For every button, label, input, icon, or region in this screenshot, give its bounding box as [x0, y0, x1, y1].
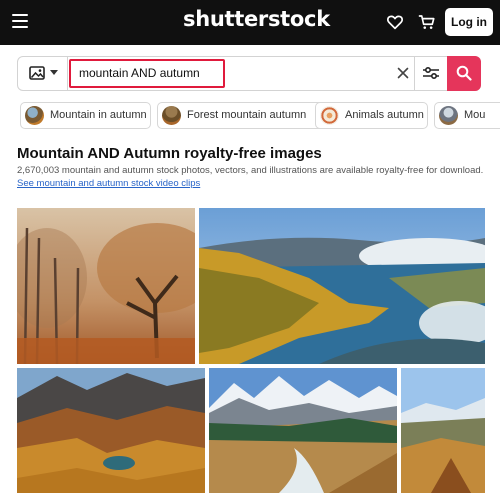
photo-snowy-peaks-stream	[209, 368, 397, 493]
results-description: 2,670,003 mountain and autumn stock phot…	[17, 164, 487, 190]
image-result-foggy-forest[interactable]	[17, 208, 195, 364]
chip-label: Mou	[464, 109, 486, 121]
chip-forest-mountain-autumn[interactable]: Forest mountain autumn	[157, 102, 328, 129]
image-icon	[29, 66, 45, 80]
chip-thumbnail	[25, 106, 44, 125]
image-result-snowy-peaks[interactable]	[209, 368, 397, 493]
chip-animals-autumn[interactable]: Animals autumn	[315, 102, 428, 129]
search-icon	[456, 65, 472, 81]
photo-mountain-lake-aerial	[199, 208, 485, 364]
clear-icon[interactable]	[397, 67, 409, 79]
chevron-down-icon	[50, 70, 58, 75]
chip-thumbnail	[320, 106, 339, 125]
search-bar: mountain AND autumn	[17, 56, 481, 91]
chip-thumbnail	[439, 106, 458, 125]
photo-autumn-valley-lake	[17, 368, 205, 493]
chip-mountain-in-autumn[interactable]: Mountain in autumn	[20, 102, 151, 129]
video-clips-link[interactable]: See mountain and autumn stock video clip…	[17, 178, 200, 189]
filter-button[interactable]	[414, 57, 447, 90]
photo-autumn-mountain-slope	[401, 368, 485, 493]
search-input[interactable]: mountain AND autumn	[79, 66, 200, 80]
top-nav-bar: shutterstock Log in	[0, 0, 500, 45]
search-button[interactable]	[447, 56, 481, 91]
media-type-dropdown[interactable]	[18, 57, 68, 90]
image-result-mountain-partial[interactable]	[401, 368, 485, 493]
image-result-lake-aerial[interactable]	[199, 208, 485, 364]
heart-icon[interactable]	[386, 13, 404, 31]
shutterstock-logo[interactable]: shutterstock	[183, 7, 330, 31]
results-count-text: 2,670,003 mountain and autumn stock phot…	[17, 165, 484, 176]
menu-icon[interactable]	[12, 14, 28, 28]
page-title: Mountain AND Autumn royalty-free images	[17, 145, 322, 162]
chip-label: Forest mountain autumn	[187, 109, 307, 121]
cart-icon[interactable]	[418, 13, 436, 31]
login-button[interactable]: Log in	[445, 8, 493, 36]
filter-icon	[423, 66, 439, 80]
chip-mountain-partial[interactable]: Mou	[434, 102, 500, 129]
chip-thumbnail	[162, 106, 181, 125]
photo-foggy-autumn-forest	[17, 208, 195, 364]
chip-label: Mountain in autumn	[50, 109, 147, 121]
image-result-autumn-valley[interactable]	[17, 368, 205, 493]
search-input-highlight[interactable]: mountain AND autumn	[69, 59, 225, 88]
chip-label: Animals autumn	[345, 109, 424, 121]
related-searches: Mountain in autumn Forest mountain autum…	[20, 102, 500, 129]
